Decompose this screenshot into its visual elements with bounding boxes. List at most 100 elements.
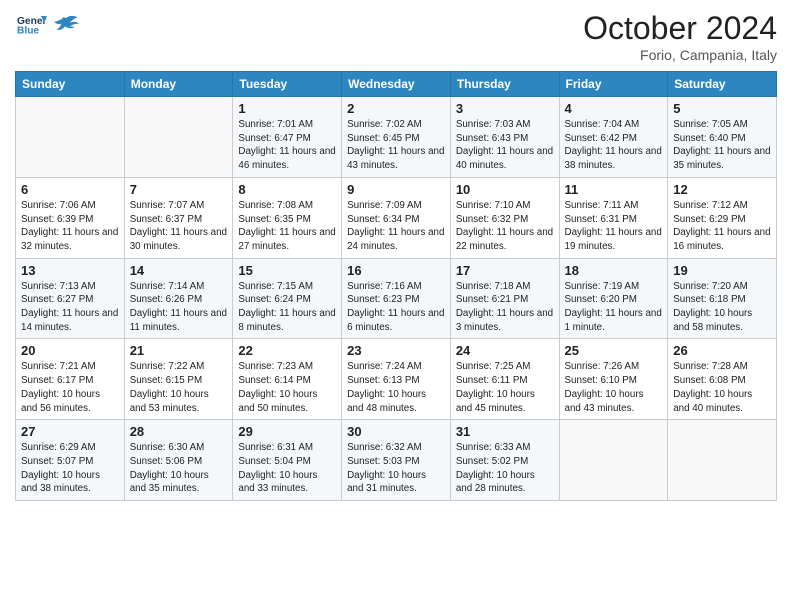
day-info: Sunrise: 7:28 AM Sunset: 6:08 PM Dayligh… [673,360,771,415]
day-info: Sunrise: 7:20 AM Sunset: 6:18 PM Dayligh… [673,280,771,335]
day-number: 29 [238,424,336,439]
day-number: 2 [347,101,445,116]
day-info: Sunrise: 7:26 AM Sunset: 6:10 PM Dayligh… [565,360,663,415]
day-number: 10 [456,182,554,197]
calendar-cell [16,97,125,178]
day-info: Sunrise: 7:13 AM Sunset: 6:27 PM Dayligh… [21,280,119,335]
day-number: 1 [238,101,336,116]
header-day-thursday: Thursday [450,72,559,97]
calendar-cell: 7 Sunrise: 7:07 AM Sunset: 6:37 PM Daylig… [124,177,233,258]
calendar-cell: 12 Sunrise: 7:12 AM Sunset: 6:29 PM Dayli… [668,177,777,258]
calendar-cell: 18 Sunrise: 7:19 AM Sunset: 6:20 PM Dayli… [559,258,668,339]
header-day-tuesday: Tuesday [233,72,342,97]
calendar-cell: 17 Sunrise: 7:18 AM Sunset: 6:21 PM Dayli… [450,258,559,339]
calendar-week-1: 1 Sunrise: 7:01 AM Sunset: 6:47 PM Daylig… [16,97,777,178]
day-number: 27 [21,424,119,439]
day-info: Sunrise: 7:08 AM Sunset: 6:35 PM Dayligh… [238,199,336,254]
calendar-table: SundayMondayTuesdayWednesdayThursdayFrid… [15,71,777,501]
day-info: Sunrise: 7:01 AM Sunset: 6:47 PM Dayligh… [238,118,336,173]
calendar-cell: 20Sunrise: 7:21 AM Sunset: 6:17 PM Dayli… [16,339,125,420]
day-number: 15 [238,263,336,278]
day-info: Sunrise: 6:33 AM Sunset: 5:02 PM Dayligh… [456,441,554,496]
logo-bird-icon [52,11,80,39]
day-info: Sunrise: 7:07 AM Sunset: 6:37 PM Dayligh… [130,199,228,254]
title-block: October 2024 Forio, Campania, Italy [583,10,777,63]
day-info: Sunrise: 7:18 AM Sunset: 6:21 PM Dayligh… [456,280,554,335]
day-number: 22 [238,343,336,358]
day-info: Sunrise: 7:19 AM Sunset: 6:20 PM Dayligh… [565,280,663,335]
header-day-saturday: Saturday [668,72,777,97]
calendar-cell: 19 Sunrise: 7:20 AM Sunset: 6:18 PM Dayli… [668,258,777,339]
day-number: 26 [673,343,771,358]
day-info: Sunrise: 7:09 AM Sunset: 6:34 PM Dayligh… [347,199,445,254]
day-number: 5 [673,101,771,116]
month-title: October 2024 [583,10,777,47]
calendar-cell: 11 Sunrise: 7:11 AM Sunset: 6:31 PM Dayli… [559,177,668,258]
day-number: 14 [130,263,228,278]
calendar-cell: 2 Sunrise: 7:02 AM Sunset: 6:45 PM Daylig… [342,97,451,178]
logo-icon: General Blue [17,10,47,40]
day-info: Sunrise: 7:10 AM Sunset: 6:32 PM Dayligh… [456,199,554,254]
calendar-cell: 1 Sunrise: 7:01 AM Sunset: 6:47 PM Daylig… [233,97,342,178]
day-number: 23 [347,343,445,358]
calendar-week-5: 27 Sunrise: 6:29 AM Sunset: 5:07 PM Dayli… [16,420,777,501]
calendar-cell: 27 Sunrise: 6:29 AM Sunset: 5:07 PM Dayli… [16,420,125,501]
day-info: Sunrise: 7:15 AM Sunset: 6:24 PM Dayligh… [238,280,336,335]
calendar-cell [668,420,777,501]
day-number: 16 [347,263,445,278]
day-number: 20 [21,343,119,358]
day-number: 24 [456,343,554,358]
calendar-cell: 29Sunrise: 6:31 AM Sunset: 5:04 PM Dayli… [233,420,342,501]
calendar-cell: 28Sunrise: 6:30 AM Sunset: 5:06 PM Dayli… [124,420,233,501]
day-info: Sunrise: 7:12 AM Sunset: 6:29 PM Dayligh… [673,199,771,254]
calendar-cell: 13 Sunrise: 7:13 AM Sunset: 6:27 PM Dayli… [16,258,125,339]
day-number: 3 [456,101,554,116]
calendar-cell: 5 Sunrise: 7:05 AM Sunset: 6:40 PM Daylig… [668,97,777,178]
calendar-cell: 15 Sunrise: 7:15 AM Sunset: 6:24 PM Dayli… [233,258,342,339]
day-number: 25 [565,343,663,358]
day-info: Sunrise: 6:32 AM Sunset: 5:03 PM Dayligh… [347,441,445,496]
day-number: 7 [130,182,228,197]
header-day-monday: Monday [124,72,233,97]
calendar-cell: 21Sunrise: 7:22 AM Sunset: 6:15 PM Dayli… [124,339,233,420]
day-info: Sunrise: 7:04 AM Sunset: 6:42 PM Dayligh… [565,118,663,173]
day-number: 30 [347,424,445,439]
svg-text:Blue: Blue [17,25,39,36]
logo: General Blue [15,10,80,45]
day-number: 6 [21,182,119,197]
day-info: Sunrise: 7:22 AM Sunset: 6:15 PM Dayligh… [130,360,228,415]
calendar-cell [124,97,233,178]
day-info: Sunrise: 6:29 AM Sunset: 5:07 PM Dayligh… [21,441,119,496]
header-day-wednesday: Wednesday [342,72,451,97]
day-info: Sunrise: 7:03 AM Sunset: 6:43 PM Dayligh… [456,118,554,173]
calendar-cell: 8Sunrise: 7:08 AM Sunset: 6:35 PM Daylig… [233,177,342,258]
day-number: 17 [456,263,554,278]
day-info: Sunrise: 7:16 AM Sunset: 6:23 PM Dayligh… [347,280,445,335]
header-row: SundayMondayTuesdayWednesdayThursdayFrid… [16,72,777,97]
header: General Blue October 2024 Forio, Campani… [15,10,777,63]
day-info: Sunrise: 7:11 AM Sunset: 6:31 PM Dayligh… [565,199,663,254]
day-number: 28 [130,424,228,439]
calendar-cell: 31 Sunrise: 6:33 AM Sunset: 5:02 PM Dayli… [450,420,559,501]
calendar-cell: 30 Sunrise: 6:32 AM Sunset: 5:03 PM Dayli… [342,420,451,501]
calendar-cell: 22 Sunrise: 7:23 AM Sunset: 6:14 PM Dayli… [233,339,342,420]
day-number: 11 [565,182,663,197]
calendar-cell: 23Sunrise: 7:24 AM Sunset: 6:13 PM Dayli… [342,339,451,420]
day-number: 13 [21,263,119,278]
day-info: Sunrise: 7:25 AM Sunset: 6:11 PM Dayligh… [456,360,554,415]
calendar-cell: 10 Sunrise: 7:10 AM Sunset: 6:32 PM Dayli… [450,177,559,258]
day-number: 9 [347,182,445,197]
day-info: Sunrise: 7:02 AM Sunset: 6:45 PM Dayligh… [347,118,445,173]
day-info: Sunrise: 7:23 AM Sunset: 6:14 PM Dayligh… [238,360,336,415]
calendar-cell [559,420,668,501]
calendar-week-3: 13 Sunrise: 7:13 AM Sunset: 6:27 PM Dayli… [16,258,777,339]
day-number: 31 [456,424,554,439]
calendar-week-2: 6 Sunrise: 7:06 AM Sunset: 6:39 PM Daylig… [16,177,777,258]
day-info: Sunrise: 7:06 AM Sunset: 6:39 PM Dayligh… [21,199,119,254]
day-info: Sunrise: 7:05 AM Sunset: 6:40 PM Dayligh… [673,118,771,173]
calendar-cell: 25 Sunrise: 7:26 AM Sunset: 6:10 PM Dayli… [559,339,668,420]
day-number: 12 [673,182,771,197]
day-number: 18 [565,263,663,278]
day-number: 19 [673,263,771,278]
calendar-cell: 9 Sunrise: 7:09 AM Sunset: 6:34 PM Daylig… [342,177,451,258]
